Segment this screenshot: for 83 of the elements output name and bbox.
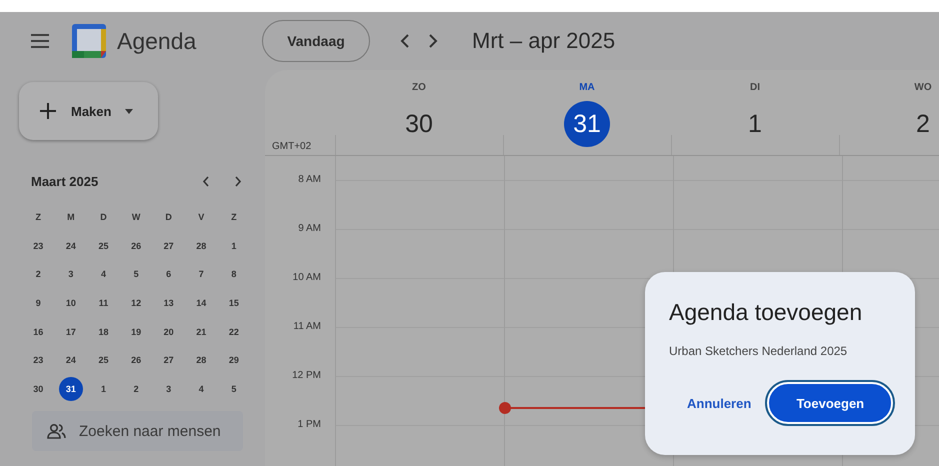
hour-label: 10 AM [292, 272, 321, 283]
hour-label: 12 PM [292, 370, 321, 381]
date-cell[interactable]: 9 [22, 288, 55, 318]
next-month-icon[interactable] [234, 176, 242, 187]
date-cell[interactable]: 3 [54, 260, 88, 289]
date-cell[interactable]: 27 [152, 346, 185, 375]
date-cell[interactable]: 20 [152, 317, 185, 346]
date-cell[interactable]: 25 [87, 346, 120, 375]
weekday-label: DI [750, 82, 760, 93]
weekday-label: Z [230, 211, 238, 224]
date-cell[interactable]: 11 [87, 288, 120, 318]
date-cell[interactable]: 16 [22, 317, 55, 346]
date-cell[interactable]: 6 [152, 260, 185, 289]
date-cell[interactable]: 15 [218, 288, 250, 318]
date-cell[interactable]: 24 [54, 346, 88, 375]
date-cell[interactable]: 29 [218, 346, 250, 375]
date-cell[interactable]: 13 [152, 288, 185, 318]
app-title: Agenda [117, 28, 198, 54]
date-cell[interactable]: 3 [152, 374, 185, 404]
previous-icon[interactable] [400, 34, 410, 48]
date-cell[interactable]: 17 [54, 317, 88, 346]
date-cell[interactable]: 1 [218, 232, 250, 260]
calendar-logo-icon [72, 24, 106, 58]
date-cell[interactable]: 31 [58, 376, 83, 401]
date-cell[interactable]: 27 [152, 232, 185, 260]
date-cell[interactable]: 23 [22, 346, 55, 375]
date-number[interactable]: 31 [564, 101, 610, 147]
create-button[interactable]: Maken [19, 82, 158, 140]
hour-label: 11 AM [293, 321, 321, 332]
date-cell[interactable]: 5 [120, 260, 152, 289]
date-cell[interactable]: 8 [218, 260, 250, 289]
date-cell[interactable]: 30 [22, 374, 55, 404]
people-icon [47, 423, 67, 440]
weekday-label: D [164, 211, 173, 224]
date-cell[interactable]: 12 [120, 288, 152, 318]
date-cell[interactable]: 21 [184, 317, 218, 346]
weekday-label: W [130, 211, 142, 224]
hour-label: 1 PM [298, 419, 321, 430]
date-cell[interactable]: 23 [22, 232, 55, 260]
date-cell[interactable]: 22 [218, 317, 250, 346]
dialog-message: Urban Sketchers Nederland 2025 [669, 344, 848, 358]
date-number[interactable]: 2 [900, 101, 939, 147]
cancel-button[interactable]: Annuleren [687, 396, 752, 410]
dialog-title: Agenda toevoegen [669, 299, 864, 326]
date-cell[interactable]: 4 [184, 374, 218, 404]
weekday-label: M [66, 211, 76, 224]
today-button[interactable]: Vandaag [262, 20, 370, 62]
next-icon[interactable] [428, 34, 438, 48]
date-cell[interactable]: 4 [87, 260, 120, 289]
date-range-title: Mrt – apr 2025 [472, 28, 616, 54]
date-cell[interactable]: 24 [54, 232, 88, 260]
month-title: Maart 2025 [31, 174, 100, 189]
date-cell[interactable]: 5 [218, 374, 250, 404]
timezone-label: GMT+02 [272, 141, 312, 152]
date-cell[interactable]: 19 [120, 317, 152, 346]
date-cell[interactable]: 10 [54, 288, 88, 318]
weekday-label: V [197, 211, 206, 224]
caret-icon [125, 108, 134, 114]
weekday-label: MA [579, 82, 595, 93]
date-cell[interactable]: 14 [184, 288, 218, 318]
date-cell[interactable]: 1 [87, 374, 120, 404]
date-number[interactable]: 30 [396, 101, 442, 147]
weekday-label: Z [34, 211, 42, 224]
date-cell[interactable]: 2 [22, 260, 55, 289]
date-number[interactable]: 1 [732, 101, 778, 147]
hour-label: 9 AM [298, 223, 321, 234]
date-cell[interactable]: 18 [87, 317, 120, 346]
weekday-label: D [99, 211, 108, 224]
weekday-label: ZO [412, 82, 426, 93]
date-cell[interactable]: 26 [120, 346, 152, 375]
date-cell[interactable]: 28 [184, 346, 218, 375]
date-cell[interactable]: 25 [87, 232, 120, 260]
add-button[interactable]: Toevoegen [767, 382, 894, 424]
plus-icon [39, 102, 57, 120]
hour-label: 8 AM [298, 174, 321, 185]
date-cell[interactable]: 7 [184, 260, 218, 289]
date-cell[interactable]: 28 [184, 232, 218, 260]
previous-month-icon[interactable] [202, 176, 210, 187]
menu-icon[interactable] [30, 33, 50, 49]
date-cell[interactable]: 26 [120, 232, 152, 260]
date-cell[interactable]: 2 [120, 374, 152, 404]
weekday-label: WO [914, 82, 932, 93]
people-search-field[interactable]: Zoeken naar mensen [32, 411, 243, 452]
